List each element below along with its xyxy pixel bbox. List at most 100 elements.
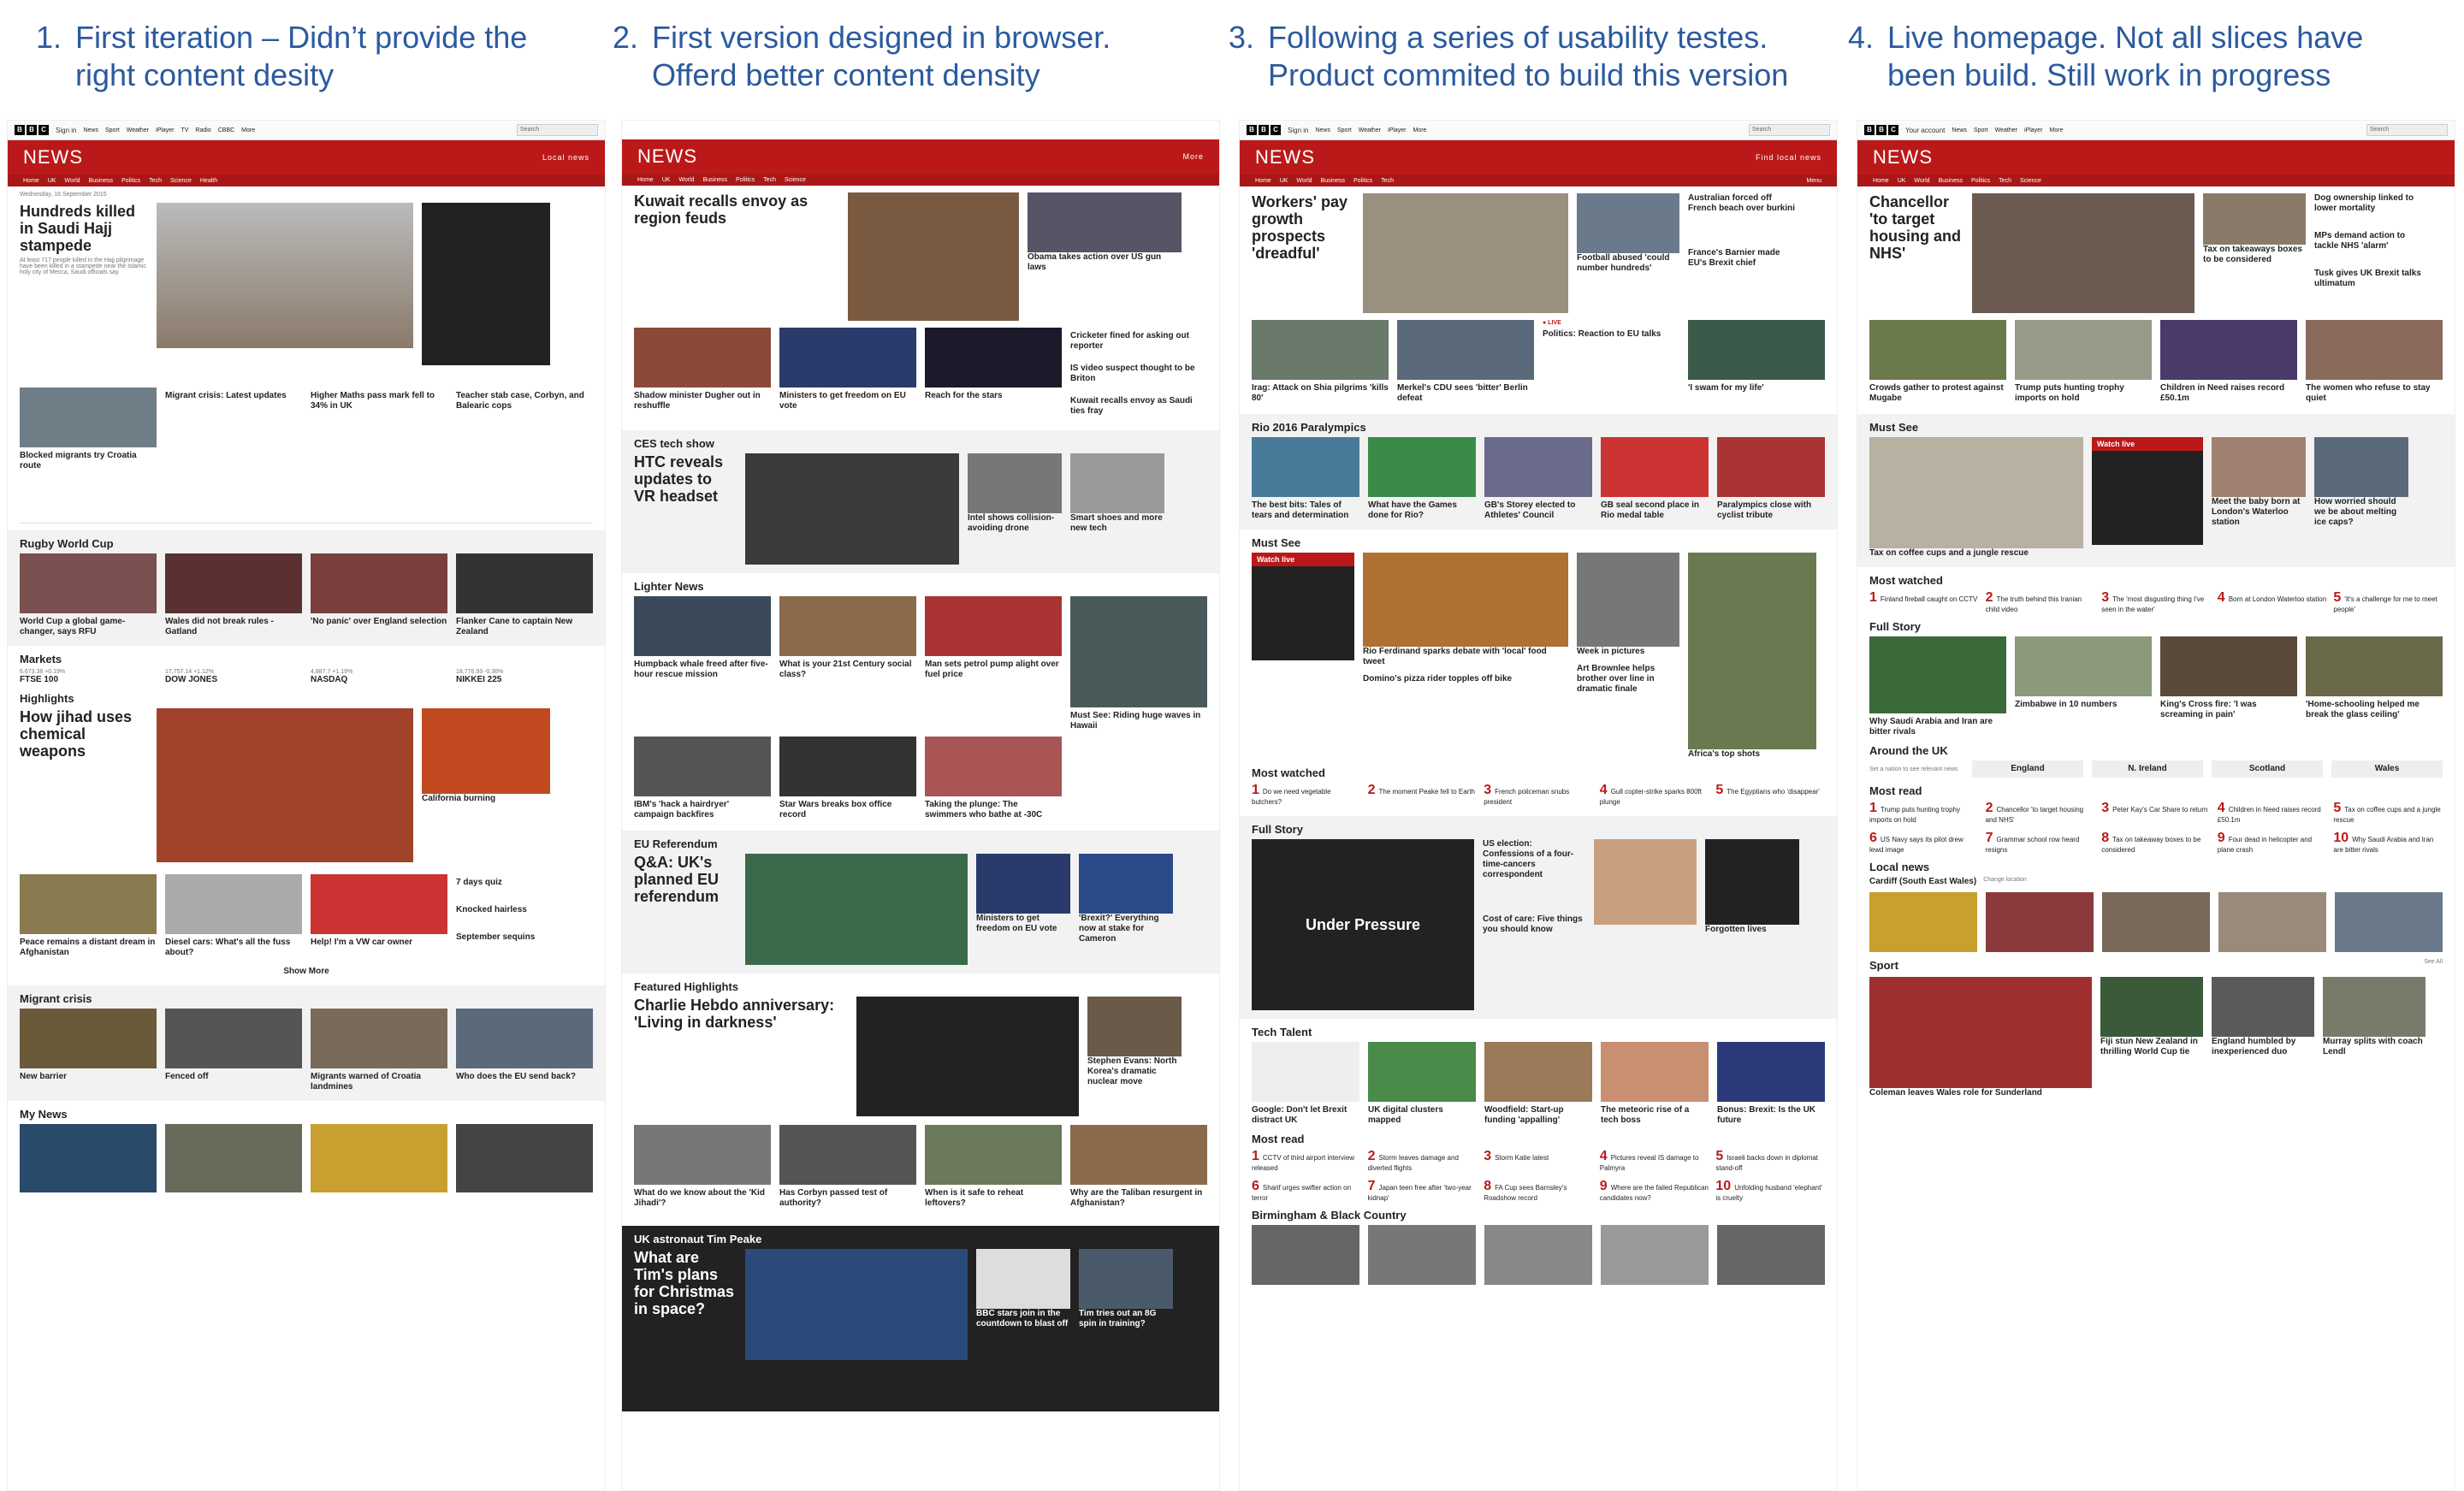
highlights-heading[interactable]: Highlights: [8, 685, 605, 708]
markets-heading[interactable]: Markets: [8, 646, 605, 669]
most-watched-item[interactable]: 5 'It's a challenge for me to meet people…: [2333, 590, 2443, 613]
highlight-tile[interactable]: Help! I'm a VW car owner: [311, 874, 447, 958]
tech-tile[interactable]: Bonus: Brexit: Is the UK future: [1717, 1042, 1825, 1126]
nav-iplayer[interactable]: iPlayer: [1388, 127, 1406, 133]
subnav-world[interactable]: World: [678, 177, 694, 183]
local-news-heading[interactable]: Local news: [1857, 854, 2455, 877]
rio-tile[interactable]: The best bits: Tales of tears and determ…: [1252, 437, 1359, 521]
subnav-science[interactable]: Science: [2020, 178, 2041, 184]
lighter-tile[interactable]: IBM's 'hack a hairdryer' campaign backfi…: [634, 737, 771, 820]
must-see-headline[interactable]: Art Brownlee helps brother over line in …: [1577, 664, 1679, 695]
sport-image[interactable]: [2100, 977, 2203, 1037]
migrant-tile[interactable]: Who does the EU send back?: [456, 1009, 593, 1092]
nav-more[interactable]: More: [1413, 127, 1426, 133]
most-read-item[interactable]: 1 Trump puts hunting trophy imports on ho…: [1869, 801, 1979, 824]
nation-tab[interactable]: Scotland: [2212, 760, 2323, 778]
subnav-uk[interactable]: UK: [1898, 178, 1906, 184]
migrant-headline[interactable]: Fenced off: [165, 1072, 302, 1082]
nav-weather[interactable]: Weather: [1359, 127, 1381, 133]
story-tile[interactable]: ● LIVE Politics: Reaction to EU talks: [1543, 320, 1679, 404]
story-headline[interactable]: The women who refuse to stay quiet: [2306, 383, 2443, 404]
most-read-item[interactable]: 6 Sharif urges swifter action on terror: [1252, 1179, 1361, 1202]
eu-image[interactable]: [745, 854, 968, 965]
story-image[interactable]: [1577, 193, 1679, 253]
most-read-item[interactable]: 7 Japan teen free after 'two-year kidnap': [1368, 1179, 1478, 1202]
must-see-headline[interactable]: Domino's pizza rider topples off bike: [1363, 674, 1568, 684]
story-tile[interactable]: Higher Maths pass mark fell to 34% in UK: [311, 388, 447, 471]
must-see-headline[interactable]: Rio Ferdinand sparks debate with 'local'…: [1363, 647, 1568, 667]
story-headline[interactable]: Children in Need raises record £50.1m: [2160, 383, 2297, 404]
subnav-science[interactable]: Science: [785, 177, 806, 183]
ces-image[interactable]: [745, 453, 959, 565]
most-read-item[interactable]: 8 Tax on takeaway boxes to be considered: [2101, 831, 2211, 854]
migrant-headline[interactable]: New barrier: [20, 1072, 157, 1082]
most-watched-item[interactable]: 4 Gull copter-strike sparks 800ft plunge: [1600, 783, 1709, 806]
story-tile[interactable]: Irag: Attack on Shia pilgrims 'kills 80': [1252, 320, 1389, 404]
my-news-image[interactable]: [456, 1124, 593, 1192]
rugby-headline[interactable]: Wales did not break rules - Gatland: [165, 617, 302, 637]
sign-in-link[interactable]: Sign in: [56, 127, 76, 134]
nav-iplayer[interactable]: iPlayer: [2024, 127, 2042, 133]
subnav-uk[interactable]: UK: [662, 177, 671, 183]
astronaut-image[interactable]: [976, 1249, 1070, 1309]
lighter-heading[interactable]: Lighter News: [622, 573, 1219, 596]
lead-headline[interactable]: Workers' pay growth prospects 'dreadful': [1252, 193, 1354, 262]
highlight-image[interactable]: [157, 708, 413, 862]
around-uk-heading[interactable]: Around the UK: [1857, 737, 2455, 760]
nav-weather[interactable]: Weather: [1995, 127, 2017, 133]
full-story-tile[interactable]: Zimbabwe in 10 numbers: [2015, 636, 2152, 737]
migrant-tile[interactable]: Migrants warned of Croatia landmines: [311, 1009, 447, 1092]
nav-tv[interactable]: TV: [181, 127, 188, 133]
tech-tile[interactable]: Woodfield: Start-up funding 'appalling': [1484, 1042, 1592, 1126]
must-see-heading[interactable]: Must See: [1857, 414, 2455, 437]
region-image[interactable]: [1368, 1225, 1476, 1285]
lead-image[interactable]: [157, 203, 413, 348]
rugby-heading[interactable]: Rugby World Cup: [8, 530, 605, 553]
highlight-headline[interactable]: 7 days quiz: [456, 878, 593, 888]
market-item[interactable]: 18,776.93 -0.36% NIKKEI 225: [456, 669, 593, 685]
featured-tile[interactable]: What do we know about the 'Kid Jihadi'?: [634, 1125, 771, 1209]
tech-tile[interactable]: The meteoric rise of a tech boss: [1601, 1042, 1709, 1126]
local-image[interactable]: [2218, 892, 2326, 952]
most-read-item[interactable]: 10 Why Saudi Arabia and Iran are bitter r…: [2333, 831, 2443, 854]
featured-tile[interactable]: Why are the Taliban resurgent in Afghani…: [1070, 1125, 1207, 1209]
nav-iplayer[interactable]: iPlayer: [156, 127, 174, 133]
astronaut-image[interactable]: [1079, 1249, 1173, 1309]
lighter-tile[interactable]: What is your 21st Century social class?: [779, 596, 916, 731]
full-story-headline[interactable]: Forgotten lives: [1705, 925, 1799, 935]
lighter-tile[interactable]: Star Wars breaks box office record: [779, 737, 916, 820]
most-watched-item[interactable]: 5 The Egyptians who 'disappear': [1715, 783, 1825, 806]
news-wordmark[interactable]: NEWS: [1255, 146, 1315, 169]
story-tile[interactable]: 'I swam for my life': [1688, 320, 1825, 404]
rio-tile[interactable]: GB's Storey elected to Athletes' Council: [1484, 437, 1592, 521]
market-item[interactable]: 6,673.38 +0.19% FTSE 100: [20, 669, 157, 685]
featured-headline[interactable]: What do we know about the 'Kid Jihadi'?: [634, 1188, 771, 1209]
full-story-tile[interactable]: Why Saudi Arabia and Iran are bitter riv…: [1869, 636, 2006, 737]
must-see-heading[interactable]: Must See: [1240, 530, 1837, 553]
rio-headline[interactable]: GB seal second place in Rio medal table: [1601, 500, 1709, 521]
nation-tab[interactable]: Wales: [2331, 760, 2443, 778]
story-tile[interactable]: Crowds gather to protest against Mugabe: [1869, 320, 2006, 404]
nav-sport[interactable]: Sport: [105, 127, 120, 133]
most-read-heading[interactable]: Most read: [1240, 1126, 1837, 1149]
story-tile[interactable]: Ministers to get freedom on EU vote: [779, 328, 916, 417]
rio-tile[interactable]: What have the Games done for Rio?: [1368, 437, 1476, 521]
market-item[interactable]: 4,887.7 +1.19% NASDAQ: [311, 669, 447, 685]
story-headline[interactable]: Tusk gives UK Brexit talks ultimatum: [2314, 269, 2426, 289]
story-headline[interactable]: Crowds gather to protest against Mugabe: [1869, 383, 2006, 404]
lighter-headline[interactable]: Man sets petrol pump alight over fuel pr…: [925, 660, 1062, 680]
watch-live-button[interactable]: Watch live: [2092, 437, 2203, 451]
most-read-item[interactable]: 8 FA Cup sees Barnsley's Roadshow record: [1484, 1179, 1593, 1202]
lead-image[interactable]: [1972, 193, 2194, 313]
news-wordmark[interactable]: NEWS: [23, 146, 83, 169]
ces-heading[interactable]: CES tech show: [622, 430, 1219, 453]
most-watched-heading[interactable]: Most watched: [1240, 760, 1837, 783]
lead-image[interactable]: [848, 192, 1019, 321]
sport-headline[interactable]: Coleman leaves Wales role for Sunderland: [1869, 1088, 2092, 1098]
subnav-tech[interactable]: Tech: [763, 177, 776, 183]
eu-headline[interactable]: Q&A: UK's planned EU referendum: [634, 854, 737, 905]
lighter-headline[interactable]: Star Wars breaks box office record: [779, 800, 916, 820]
bbc-logo[interactable]: BBC: [1864, 125, 1898, 135]
video-panel[interactable]: [422, 203, 550, 365]
most-read-item[interactable]: 9 Four dead in helicopter and plane crash: [2218, 831, 2327, 854]
